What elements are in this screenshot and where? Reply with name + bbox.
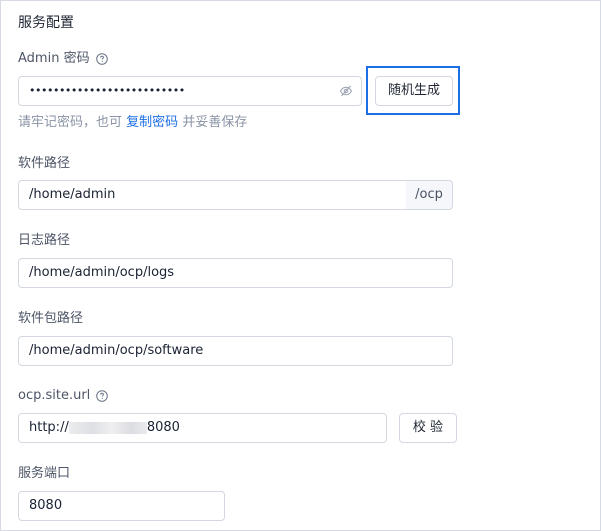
service-config-panel: 服务配置 Admin 密码 ••••••••••••••••••••••••••… [0,0,601,531]
admin-password-label-row: Admin 密码 [18,50,108,68]
question-circle-icon[interactable] [96,390,109,402]
password-hint-prefix: 请牢记密码，也可 [18,115,123,130]
site-url-label: ocp.site.url [18,388,91,403]
service-port-label: 服务端口 [18,466,71,481]
admin-password-value: •••••••••••••••••••••••••• [29,84,185,97]
software-path-label-row: 软件路径 [18,155,70,173]
eye-invisible-icon[interactable] [339,84,353,98]
site-url-label-row: ocp.site.url [18,387,109,405]
copy-password-link[interactable]: 复制密码 [126,115,178,130]
redacted-host-mask [68,421,147,434]
admin-password-input[interactable]: •••••••••••••••••••••••••• [18,76,362,106]
site-url-input[interactable]: http:// 8080 [18,413,387,443]
software-path-label: 软件路径 [18,156,71,171]
service-port-input[interactable]: 8080 [18,491,225,521]
log-path-label: 日志路径 [18,233,71,248]
section-title: 服务配置 [18,15,74,31]
admin-password-label: Admin 密码 [18,51,90,66]
site-url-prefix: http:// [29,420,69,435]
question-circle-icon[interactable] [95,53,108,65]
software-path-suffix: /ocp [406,180,453,210]
verify-button[interactable]: 校 验 [399,413,457,443]
log-path-input[interactable]: /home/admin/ocp/logs [18,258,453,288]
site-url-port: 8080 [146,420,180,435]
password-hint: 请牢记密码，也可 复制密码 并妥善保存 [18,114,247,132]
package-path-label: 软件包路径 [18,311,84,326]
package-path-label-row: 软件包路径 [18,310,83,328]
software-path-input[interactable]: /home/admin [18,180,407,210]
log-path-label-row: 日志路径 [18,232,70,250]
random-generate-button[interactable]: 随机生成 [375,76,453,106]
package-path-input[interactable]: /home/admin/ocp/software [18,336,453,366]
password-hint-suffix: 并妥善保存 [182,115,248,130]
service-port-label-row: 服务端口 [18,465,70,483]
